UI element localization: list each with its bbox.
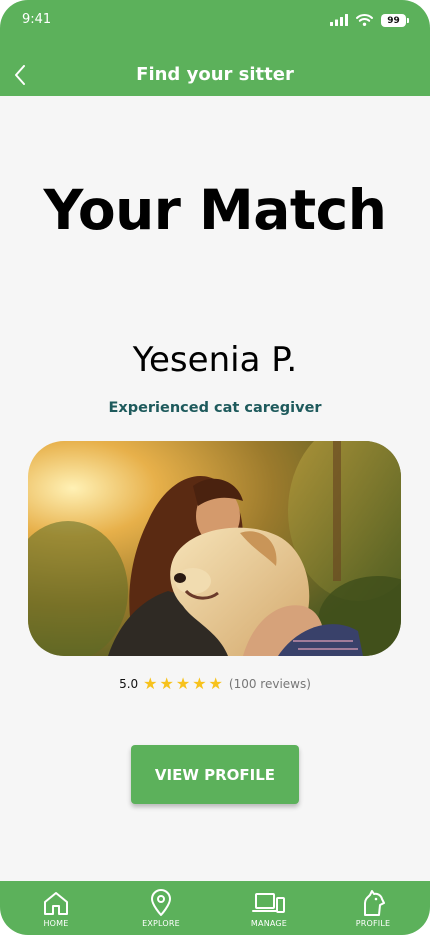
app-screen: 9:41 99 Find your sitter Your Match Yese… — [0, 0, 430, 935]
star-icon: ★ — [208, 674, 223, 693]
nav-item-manage[interactable]: MANAGE — [229, 881, 309, 935]
star-icon: ★ — [143, 674, 158, 693]
sitter-photo — [28, 441, 401, 656]
page-title: Find your sitter — [136, 64, 294, 85]
nav-item-profile[interactable]: PROFILE — [333, 881, 413, 935]
star-icon: ★ — [159, 674, 174, 693]
nav-item-explore[interactable]: EXPLORE — [121, 881, 201, 935]
review-count: (100 reviews) — [228, 677, 311, 691]
home-icon — [42, 889, 70, 917]
match-heading: Your Match — [43, 178, 387, 242]
nav-label-manage: MANAGE — [250, 919, 288, 928]
view-profile-button[interactable]: VIEW PROFILE — [131, 745, 299, 804]
wifi-icon — [356, 11, 373, 30]
location-pin-icon — [149, 889, 173, 917]
pet-profile-icon — [360, 889, 386, 917]
signal-icon — [330, 11, 348, 30]
nav-label-profile: PROFILE — [355, 919, 391, 928]
sitter-subtitle: Experienced cat caregiver — [108, 400, 322, 416]
status-icons: 99 — [330, 11, 409, 30]
status-time: 9:41 — [22, 12, 52, 27]
top-header: 9:41 99 Find your sitter — [0, 0, 430, 96]
nav-item-home[interactable]: HOME — [16, 881, 96, 935]
sitter-name: Yesenia P. — [132, 340, 298, 380]
devices-icon — [252, 889, 286, 917]
bottom-nav: HOME EXPLORE MANAGE PROFILE — [0, 881, 430, 935]
star-icon: ★ — [175, 674, 191, 693]
star-icon: ★ — [192, 674, 207, 693]
battery-icon: 99 — [381, 14, 409, 27]
rating-row: 5.0 ★ ★ ★ ★ ★ (100 reviews) — [0, 676, 430, 692]
nav-label-home: HOME — [43, 919, 69, 928]
rating-value: 5.0 — [119, 677, 139, 691]
nav-label-explore: EXPLORE — [142, 919, 180, 928]
